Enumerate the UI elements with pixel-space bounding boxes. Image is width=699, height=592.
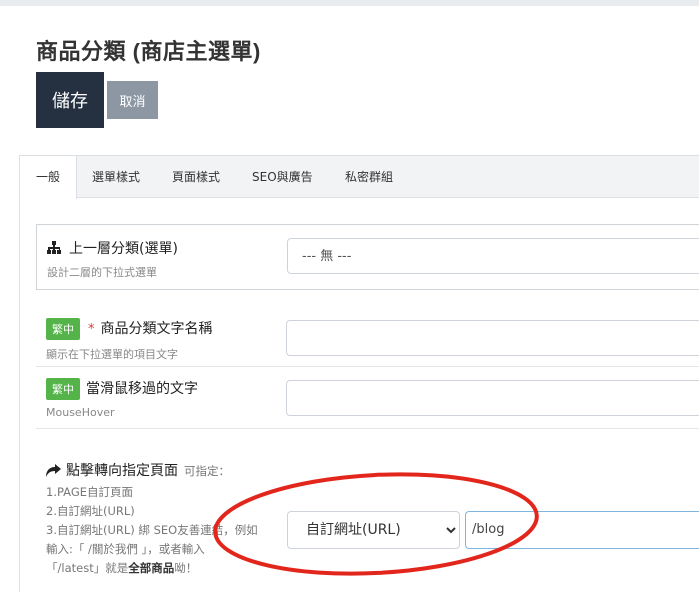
tab-menu-style[interactable]: 選單樣式 [92,156,140,198]
category-name-label: 商品分類文字名稱 [100,321,213,337]
sitemap-icon [47,241,61,254]
category-name-hint: 顯示在下拉選單的項目文字 [46,348,178,361]
lang-badge: 繁中 [46,378,80,400]
tab-page-style[interactable]: 頁面樣式 [172,156,220,198]
parent-category-label: 上一層分類(選單) [69,241,178,257]
required-mark: * [88,322,95,337]
lang-badge: 繁中 [46,318,80,340]
tab-general[interactable]: 一般 [20,156,78,199]
hover-text-label-block: 繁中 當滑鼠移過的文字 MouseHover [46,378,286,419]
divider [36,366,699,367]
hover-text-label: 當滑鼠移過的文字 [86,381,198,397]
parent-category-hint: 設計二層的下拉式選單 [47,266,157,279]
tab-private-group[interactable]: 私密群組 [345,156,393,198]
cancel-button[interactable]: 取消 [107,81,158,119]
redirect-label: 點擊轉向指定頁面 [66,463,178,479]
hover-text-hint: MouseHover [46,406,115,419]
save-button[interactable]: 儲存 [36,72,104,128]
hover-text-input[interactable] [286,380,699,416]
category-name-label-block: 繁中 * 商品分類文字名稱 顯示在下拉選單的項目文字 [46,318,286,362]
page-title: 商品分類 (商店主選單) [36,39,261,64]
parent-category-label-block: 上一層分類(選單) 設計二層的下拉式選單 [47,238,267,280]
category-name-input[interactable] [286,320,699,356]
share-arrow-icon [46,464,62,481]
top-border [0,0,699,6]
tab-bar: 一般 選單樣式 頁面樣式 SEO與廣告 私密群組 [20,156,699,199]
divider [36,428,699,429]
tab-seo-ads[interactable]: SEO與廣告 [252,156,313,198]
parent-category-select[interactable]: --- 無 --- [287,238,699,274]
highlight-ellipse-annotation [213,472,539,576]
